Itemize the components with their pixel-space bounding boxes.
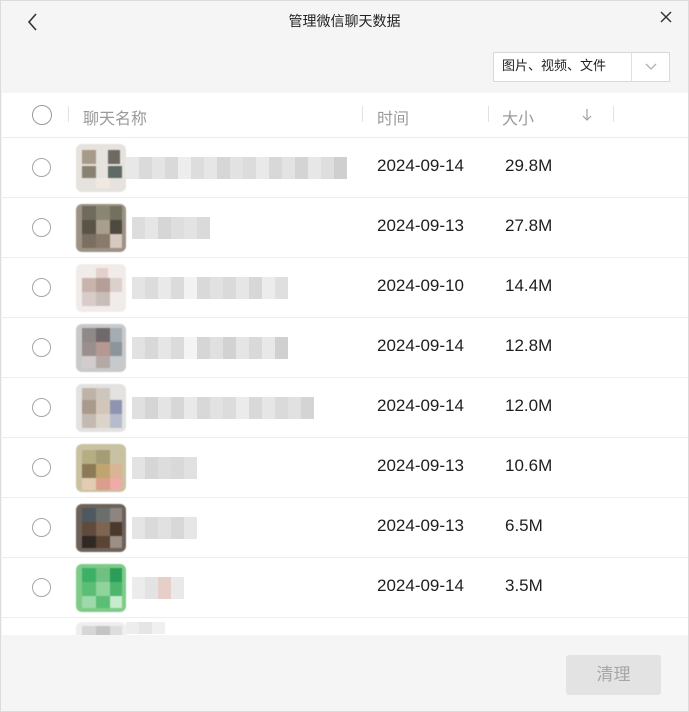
row-size: 3.5M xyxy=(505,576,543,595)
chat-name-redacted xyxy=(126,157,347,179)
chat-name-redacted xyxy=(132,397,314,419)
row-date: 2024-09-13 xyxy=(377,456,464,475)
row-size: 12.0M xyxy=(505,396,553,415)
chat-name-redacted xyxy=(126,622,165,634)
table-row[interactable]: 2024-09-13 6.5M xyxy=(2,498,688,558)
column-divider xyxy=(613,106,614,122)
chat-name-redacted xyxy=(132,337,288,359)
chat-name-redacted xyxy=(132,277,288,299)
avatar xyxy=(76,444,126,492)
row-date: 2024-09-14 xyxy=(377,156,464,175)
manage-chat-data-window: 管理微信聊天数据 图片、视频、文件 聊天名称 时间 大小 2024-09-14 … xyxy=(0,0,689,712)
avatar xyxy=(76,564,126,612)
table-row[interactable]: 2024-09-14 12.8M xyxy=(2,318,688,378)
column-divider xyxy=(488,106,489,122)
row-select-radio[interactable] xyxy=(32,158,51,177)
chat-name-redacted xyxy=(132,577,184,599)
row-select-radio[interactable] xyxy=(32,218,51,237)
table-row[interactable]: 2024-09-14 12.0M xyxy=(2,378,688,438)
avatar xyxy=(76,324,126,372)
table-row[interactable]: 2024-09-13 10.6M xyxy=(2,438,688,498)
table-row[interactable]: 2024-09-14 3.5M xyxy=(2,558,688,618)
row-size: 10.6M xyxy=(505,456,553,475)
row-date: 2024-09-13 xyxy=(377,216,464,235)
table-row[interactable] xyxy=(2,618,688,635)
avatar xyxy=(76,384,126,432)
chat-name-redacted xyxy=(132,217,210,239)
row-date: 2024-09-14 xyxy=(377,336,464,355)
row-size: 14.4M xyxy=(505,276,553,295)
avatar xyxy=(76,622,126,635)
row-select-radio[interactable] xyxy=(32,458,51,477)
column-divider xyxy=(68,106,69,122)
sort-button[interactable] xyxy=(580,107,594,123)
table-header: 聊天名称 时间 大小 xyxy=(2,93,688,138)
row-date: 2024-09-14 xyxy=(377,396,464,415)
select-all-radio[interactable] xyxy=(32,105,52,125)
file-type-filter[interactable]: 图片、视频、文件 xyxy=(493,52,670,82)
footer: 清理 xyxy=(1,635,688,712)
filter-selected-value[interactable]: 图片、视频、文件 xyxy=(494,53,632,81)
chat-name-redacted xyxy=(132,517,197,539)
window-title: 管理微信聊天数据 xyxy=(288,14,401,30)
row-select-radio[interactable] xyxy=(32,578,51,597)
row-date: 2024-09-10 xyxy=(377,276,464,295)
column-header-size[interactable]: 大小 xyxy=(502,105,534,129)
chevron-down-icon xyxy=(645,63,656,70)
arrow-down-icon xyxy=(582,109,592,121)
filter-dropdown-button[interactable] xyxy=(632,53,669,81)
row-date: 2024-09-14 xyxy=(377,576,464,595)
table-row[interactable]: 2024-09-14 29.8M xyxy=(2,138,688,198)
clean-button[interactable]: 清理 xyxy=(566,655,661,695)
row-select-radio[interactable] xyxy=(32,338,51,357)
column-divider xyxy=(362,106,363,122)
column-header-chat-name[interactable]: 聊天名称 xyxy=(83,105,147,129)
avatar xyxy=(76,204,126,252)
close-icon xyxy=(660,11,672,23)
row-select-radio[interactable] xyxy=(32,278,51,297)
avatar xyxy=(76,144,126,192)
row-select-radio[interactable] xyxy=(32,398,51,417)
column-header-time[interactable]: 时间 xyxy=(377,105,409,129)
table-row[interactable]: 2024-09-10 14.4M xyxy=(2,258,688,318)
row-select-radio[interactable] xyxy=(32,518,51,537)
row-size: 29.8M xyxy=(505,156,553,175)
row-size: 6.5M xyxy=(505,516,543,535)
chat-name-redacted xyxy=(132,457,197,479)
row-size: 27.8M xyxy=(505,216,553,235)
avatar xyxy=(76,264,126,312)
close-button[interactable] xyxy=(656,7,676,27)
avatar xyxy=(76,504,126,552)
title-bar: 管理微信聊天数据 xyxy=(1,1,688,43)
table-row[interactable]: 2024-09-13 27.8M xyxy=(2,198,688,258)
row-size: 12.8M xyxy=(505,336,553,355)
chat-list: 聊天名称 时间 大小 2024-09-14 29.8M 2024-09-13 2… xyxy=(2,93,688,635)
row-date: 2024-09-13 xyxy=(377,516,464,535)
